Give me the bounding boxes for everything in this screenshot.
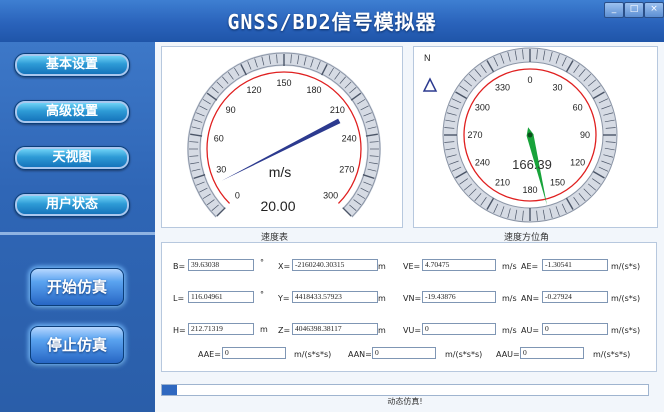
heading-tick-label: 30 — [552, 82, 562, 92]
vn-unit: m/s — [502, 294, 517, 303]
speed-tick-label: 150 — [276, 78, 291, 88]
speed-unit-label: m/s — [269, 164, 292, 180]
heading-tick-label: 210 — [495, 178, 510, 188]
l-label: L= — [173, 294, 185, 303]
x-field[interactable]: -2160240.30315 — [292, 259, 378, 271]
ve-field[interactable]: 4.70475 — [422, 259, 496, 271]
ae-label: AE= — [521, 262, 539, 271]
speed-tick-label: 120 — [247, 85, 262, 95]
y-field[interactable]: 4418433.57923 — [292, 291, 378, 303]
au-unit: m/(s*s) — [611, 326, 641, 335]
speed-tick-label: 210 — [330, 105, 345, 115]
heading-tick-label: 330 — [495, 82, 510, 92]
b-field[interactable]: 39.63038 — [188, 259, 254, 271]
vu-field[interactable]: 0 — [422, 323, 496, 335]
speed-tick-label: 300 — [323, 191, 338, 201]
z-unit: m — [378, 326, 386, 335]
heading-tick-label: 90 — [580, 130, 590, 140]
heading-tick-label: 150 — [550, 178, 565, 188]
stop-simulation-button[interactable]: 停止仿真 — [30, 326, 124, 364]
y-unit: m — [378, 294, 386, 303]
advanced-settings-button[interactable]: 高级设置 — [14, 100, 130, 124]
aae-label: AAE= — [198, 350, 221, 359]
b-unit: ° — [260, 258, 264, 267]
h-unit: m — [260, 325, 268, 334]
x-label: X= — [278, 262, 291, 271]
title-bar: GNSS/BD2信号模拟器 _ □ × — [0, 0, 664, 42]
basic-settings-button[interactable]: 基本设置 — [14, 53, 130, 77]
l-unit: ° — [260, 290, 264, 299]
sky-view-button[interactable]: 天视图 — [14, 146, 130, 170]
simulation-status-text: 动态仿真! — [387, 397, 423, 406]
y-label: Y= — [278, 294, 290, 303]
user-status-button[interactable]: 用户状态 — [14, 193, 130, 217]
start-simulation-button[interactable]: 开始仿真 — [30, 268, 124, 306]
speed-tick-label: 30 — [216, 164, 226, 174]
h-label: H= — [173, 326, 186, 335]
an-label: AN= — [521, 294, 540, 303]
speed-tick-label: 0 — [235, 191, 240, 201]
vn-label: VN= — [403, 294, 422, 303]
heading-tick-label: 270 — [467, 130, 482, 140]
aan-field[interactable]: 0 — [372, 347, 436, 359]
vn-field[interactable]: -19.43876 — [422, 291, 496, 303]
aae-field[interactable]: 0 — [222, 347, 286, 359]
heading-gauge-panel: 0 30 60 90 120 150 180 210 240 270 300 330 N 166.39 — [413, 46, 658, 228]
aae-unit: m/(s*s*s) — [294, 350, 332, 359]
state-data-panel: B= 39.63038 ° X= -2160240.30315 m VE= 4.… — [161, 242, 657, 372]
north-label: N — [424, 53, 431, 63]
heading-gauge: 0 30 60 90 120 150 180 210 240 270 300 330 N 166.39 — [422, 47, 618, 223]
aan-label: AAN= — [348, 350, 372, 359]
window-title: GNSS/BD2信号模拟器 — [227, 10, 437, 34]
ae-unit: m/(s*s) — [611, 262, 641, 271]
speed-gauge: 0 30 60 90 120 150 180 210 240 270 300 m/s 20.00 — [187, 52, 381, 218]
z-field[interactable]: 4046398.38117 — [292, 323, 378, 335]
sidebar: 基本设置 高级设置 天视图 用户状态 开始仿真 停止仿真 — [0, 42, 155, 412]
au-label: AU= — [521, 326, 540, 335]
sidebar-divider — [0, 232, 155, 235]
ve-unit: m/s — [502, 262, 517, 271]
l-field[interactable]: 116.04961 — [188, 291, 254, 303]
x-unit: m — [378, 262, 386, 271]
an-field[interactable]: -0.27924 — [542, 291, 608, 303]
heading-tick-label: 300 — [475, 103, 490, 113]
heading-tick-label: 240 — [475, 158, 490, 168]
heading-needle-hub — [527, 132, 533, 138]
aau-unit: m/(s*s*s) — [593, 350, 631, 359]
minimize-button[interactable]: _ — [604, 2, 624, 18]
main-panel: 0 30 60 90 120 150 180 210 240 270 300 m/s 20.00 速… — [155, 42, 664, 412]
maximize-button[interactable]: □ — [624, 2, 644, 18]
speed-tick-label: 240 — [342, 134, 357, 144]
heading-tick-label: 120 — [570, 158, 585, 168]
simulation-progress-bar — [161, 384, 649, 396]
heading-readout: 166.39 — [512, 157, 552, 172]
north-arrow-icon — [422, 77, 438, 92]
vu-label: VU= — [403, 326, 422, 335]
simulation-progress-fill — [162, 385, 177, 395]
au-field[interactable]: 0 — [542, 323, 608, 335]
heading-tick-label: 0 — [527, 75, 532, 85]
heading-tick-label: 60 — [573, 103, 583, 113]
speed-readout: 20.00 — [260, 198, 295, 214]
speed-tick-label: 270 — [339, 164, 354, 174]
vu-unit: m/s — [502, 326, 517, 335]
close-button[interactable]: × — [644, 2, 664, 18]
aan-unit: m/(s*s*s) — [445, 350, 483, 359]
aau-label: AAU= — [496, 350, 520, 359]
b-label: B= — [173, 262, 186, 271]
speed-gauge-red-arc — [206, 71, 362, 204]
ae-field[interactable]: -1.30541 — [542, 259, 608, 271]
z-label: Z= — [278, 326, 291, 335]
speed-tick-label: 60 — [214, 134, 224, 144]
an-unit: m/(s*s) — [611, 294, 641, 303]
h-field[interactable]: 212.71319 — [188, 323, 254, 335]
ve-label: VE= — [403, 262, 421, 271]
heading-tick-label: 180 — [522, 185, 537, 195]
speed-gauge-panel: 0 30 60 90 120 150 180 210 240 270 300 m/s 20.00 — [161, 46, 403, 228]
speed-tick-label: 180 — [306, 85, 321, 95]
aau-field[interactable]: 0 — [520, 347, 584, 359]
speed-tick-label: 90 — [226, 105, 236, 115]
